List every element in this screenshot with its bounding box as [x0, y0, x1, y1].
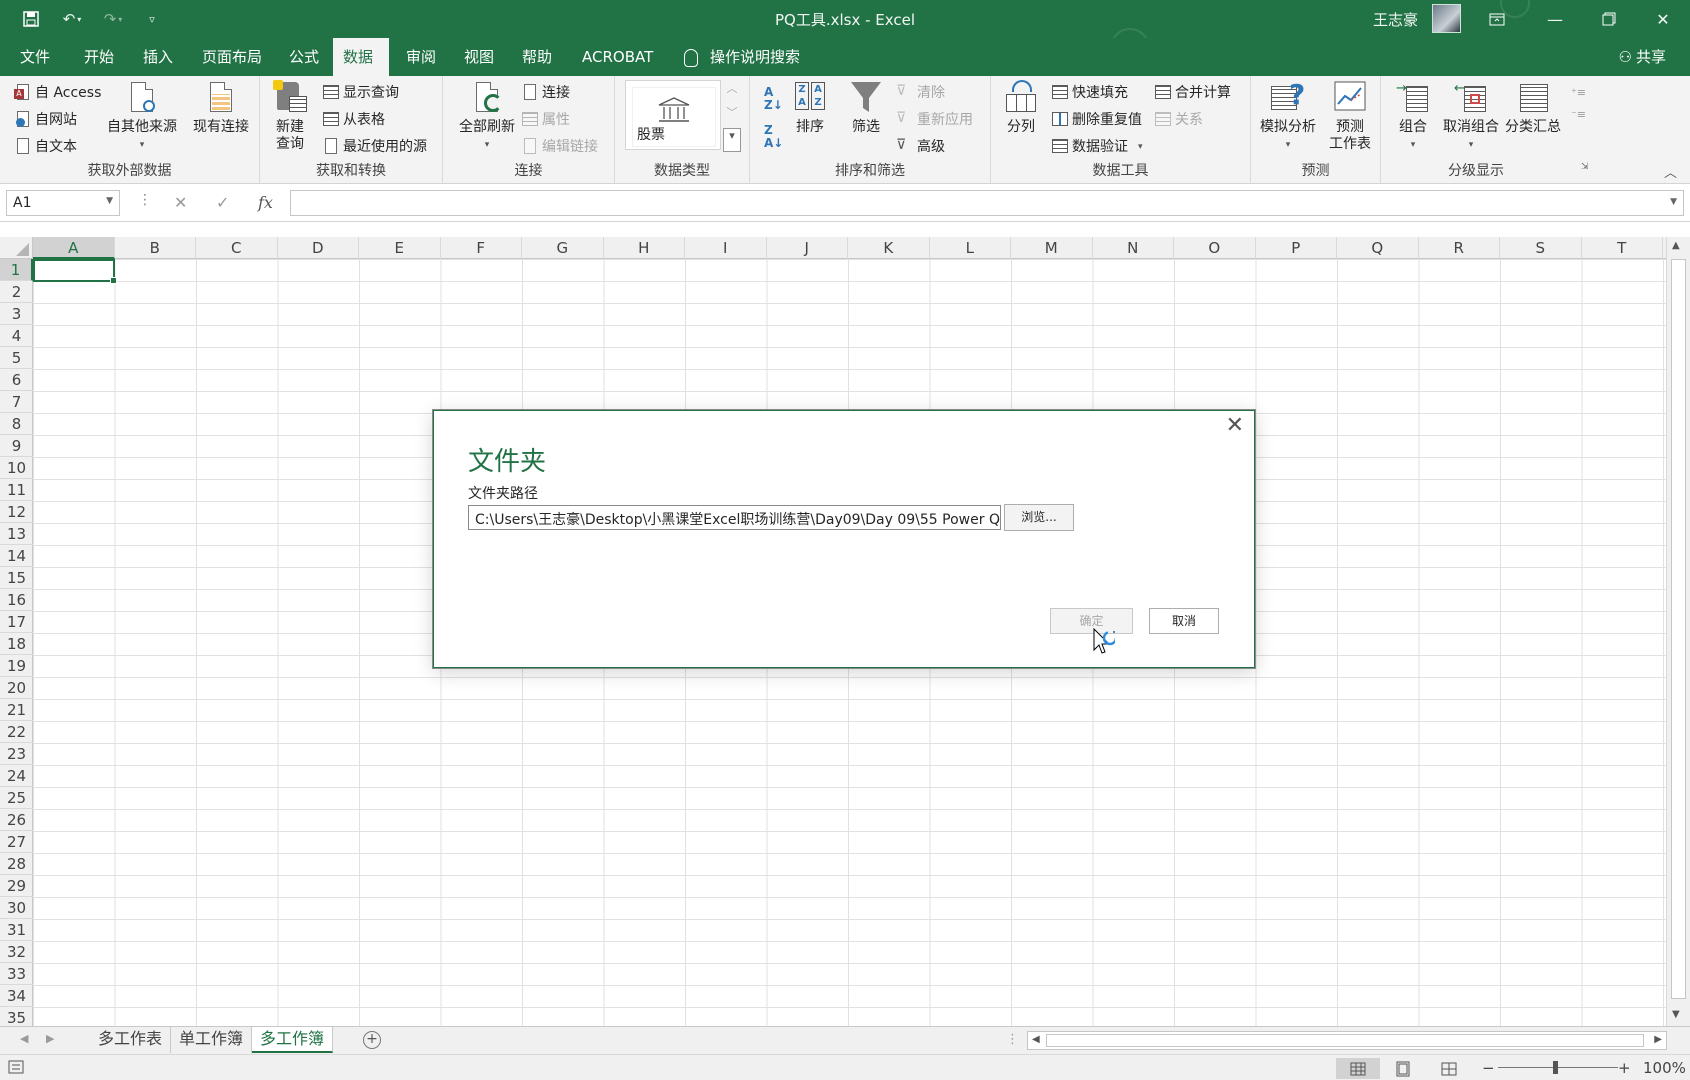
ok-button[interactable]: 确定 — [1050, 608, 1133, 634]
cancel-button[interactable]: 取消 — [1149, 608, 1219, 634]
busy-cursor-icon — [1093, 627, 1118, 662]
dialog-overlay: ✕ 文件夹 文件夹路径 C:\Users\王志豪\Desktop\小黑课堂Exc… — [0, 0, 1690, 1080]
dialog-title: 文件夹 — [468, 447, 547, 477]
browse-button[interactable]: 浏览... — [1004, 504, 1074, 531]
folder-path-label: 文件夹路径 — [468, 486, 538, 502]
close-icon[interactable]: ✕ — [1226, 415, 1244, 437]
folder-dialog: ✕ 文件夹 文件夹路径 C:\Users\王志豪\Desktop\小黑课堂Exc… — [433, 410, 1255, 668]
folder-path-input[interactable]: C:\Users\王志豪\Desktop\小黑课堂Excel职场训练营\Day0… — [468, 505, 1001, 530]
